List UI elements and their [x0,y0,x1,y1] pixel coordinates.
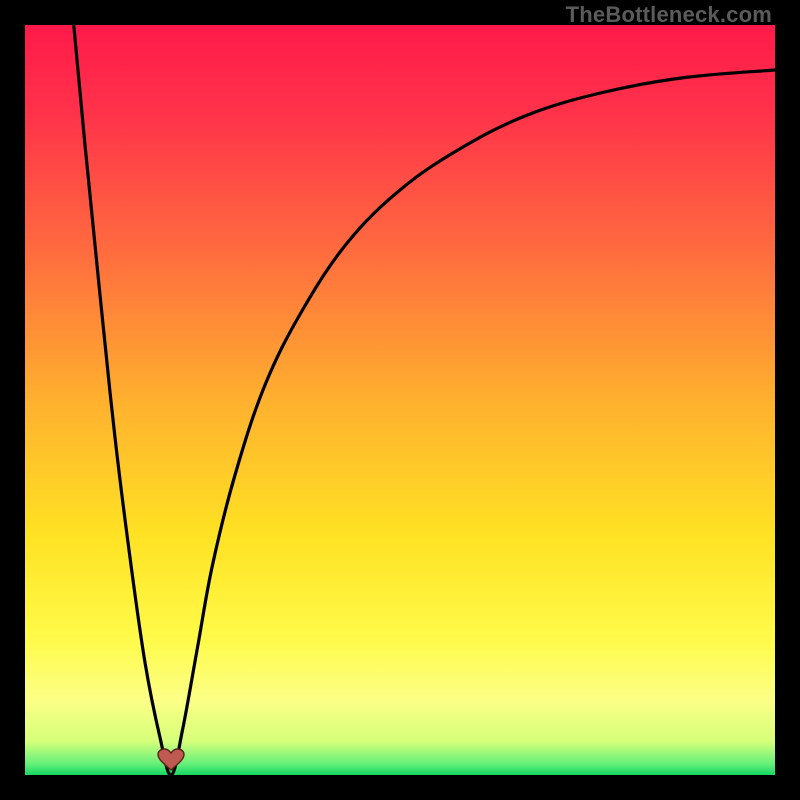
bottleneck-curve [25,25,775,775]
plot-frame [25,25,775,775]
optimum-heart-marker [157,748,185,772]
watermark-text: TheBottleneck.com [566,2,772,28]
